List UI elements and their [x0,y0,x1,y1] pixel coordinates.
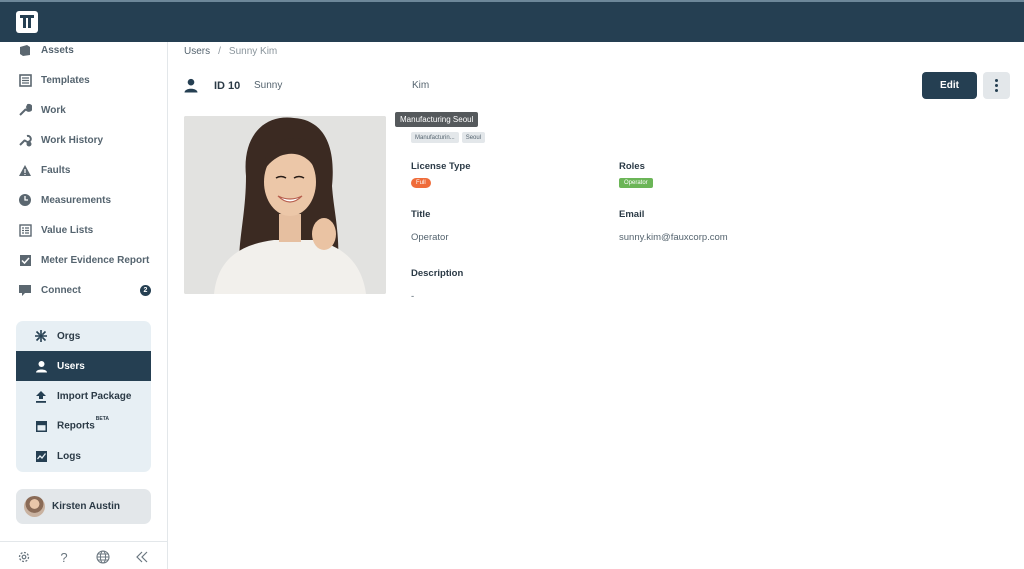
sidebar-item-label: Users [57,360,85,372]
current-user-button[interactable]: Kirsten Austin [16,489,151,524]
email-label: Email [619,209,645,220]
sidebar-item-label: Import Package [57,390,132,402]
license-type-badge: Full [411,178,431,188]
user-last-name: Kim [412,80,430,91]
sidebar: Assets Templates Work Work History Fault… [0,42,168,569]
checkbox-icon [17,252,33,268]
sidebar-item-label: Templates [41,74,90,86]
title-value: Operator [411,232,449,243]
measurements-icon [17,192,33,208]
user-first-name: Sunny [254,80,283,91]
breadcrumb-users-link[interactable]: Users [184,46,210,57]
sidebar-item-reports[interactable]: ReportsBETA [16,411,151,441]
value-lists-icon [17,222,33,238]
notification-badge: 2 [140,284,151,296]
app-logo[interactable] [16,11,38,33]
user-icon [184,78,200,94]
collapse-icon[interactable] [135,550,149,564]
more-options-button[interactable] [983,72,1010,99]
breadcrumb-separator: / [218,46,221,57]
sidebar-item-label: Value Lists [41,224,94,236]
chart-line-icon [33,448,49,464]
location-chip[interactable]: Manufacturin... [411,132,459,143]
sidebar-item-faults[interactable]: Faults [0,155,167,185]
sidebar-item-label: Logs [57,450,81,462]
assets-icon [17,42,33,58]
location-tooltip: Manufacturing Seoul [395,112,479,127]
license-type-label: License Type [411,161,471,172]
sidebar-item-label: Assets [41,44,74,56]
sidebar-item-label: Meter Evidence Report [41,254,150,266]
role-badge: Operator [619,178,653,188]
sidebar-item-label: Connect [41,284,81,296]
gear-icon[interactable] [17,550,31,564]
sidebar-item-label: ReportsBETA [57,416,109,432]
templates-icon [17,72,33,88]
sidebar-item-label: Orgs [57,330,81,342]
sidebar-item-value-lists[interactable]: Value Lists [0,215,167,245]
orgs-icon [33,328,49,344]
sidebar-item-orgs[interactable]: Orgs [16,321,151,351]
current-user-name: Kirsten Austin [52,501,120,512]
sidebar-item-label: Work History [41,134,104,146]
globe-icon[interactable] [96,550,110,564]
sidebar-footer: ? [0,541,167,569]
user-icon [33,358,49,374]
sidebar-item-import-package[interactable]: Import Package [16,381,151,411]
roles-label: Roles [619,161,645,172]
dot [995,79,998,82]
edit-button[interactable]: Edit [922,72,977,99]
dot [995,84,998,87]
title-label: Title [411,209,431,220]
sidebar-item-work-history[interactable]: Work History [0,125,167,155]
sidebar-item-work[interactable]: Work [0,95,167,125]
breadcrumb: Users / Sunny Kim [184,46,277,57]
location-chip[interactable]: Seoul [461,132,486,143]
sidebar-item-logs[interactable]: Logs [16,441,151,471]
sidebar-item-users[interactable]: Users [16,351,151,381]
user-id: ID 10 [214,80,241,92]
upload-icon [33,388,49,404]
email-value: sunny.kim@fauxcorp.com [619,232,728,243]
help-icon[interactable]: ? [57,550,71,565]
user-photo [184,116,386,294]
location-chips: Manufacturin... Seoul [411,132,486,143]
breadcrumb-current: Sunny Kim [228,46,278,57]
dot [995,89,998,92]
sidebar-item-label: Faults [41,164,71,176]
sidebar-item-assets[interactable]: Assets [0,35,167,65]
sidebar-item-connect[interactable]: Connect 2 [0,275,167,305]
reports-icon [33,418,49,434]
sidebar-item-label: Work [41,104,66,116]
description-value: - [411,291,415,302]
sidebar-item-meter-evidence-report[interactable]: Meter Evidence Report [0,245,167,275]
work-history-icon [17,132,33,148]
sidebar-item-measurements[interactable]: Measurements [0,185,167,215]
description-label: Description [411,268,464,279]
beta-tag: BETA [95,416,110,423]
warning-icon [17,162,33,178]
reports-label: Reports [57,420,95,432]
sidebar-item-label: Measurements [41,194,112,206]
user-header: ID 10 Sunny Kim Edit [184,72,1010,99]
wrench-icon [17,102,33,118]
sidebar-item-templates[interactable]: Templates [0,65,167,95]
admin-menu: Orgs Users Import Package ReportsBETA Lo… [16,321,151,472]
avatar [24,496,45,517]
chat-icon [17,282,33,298]
